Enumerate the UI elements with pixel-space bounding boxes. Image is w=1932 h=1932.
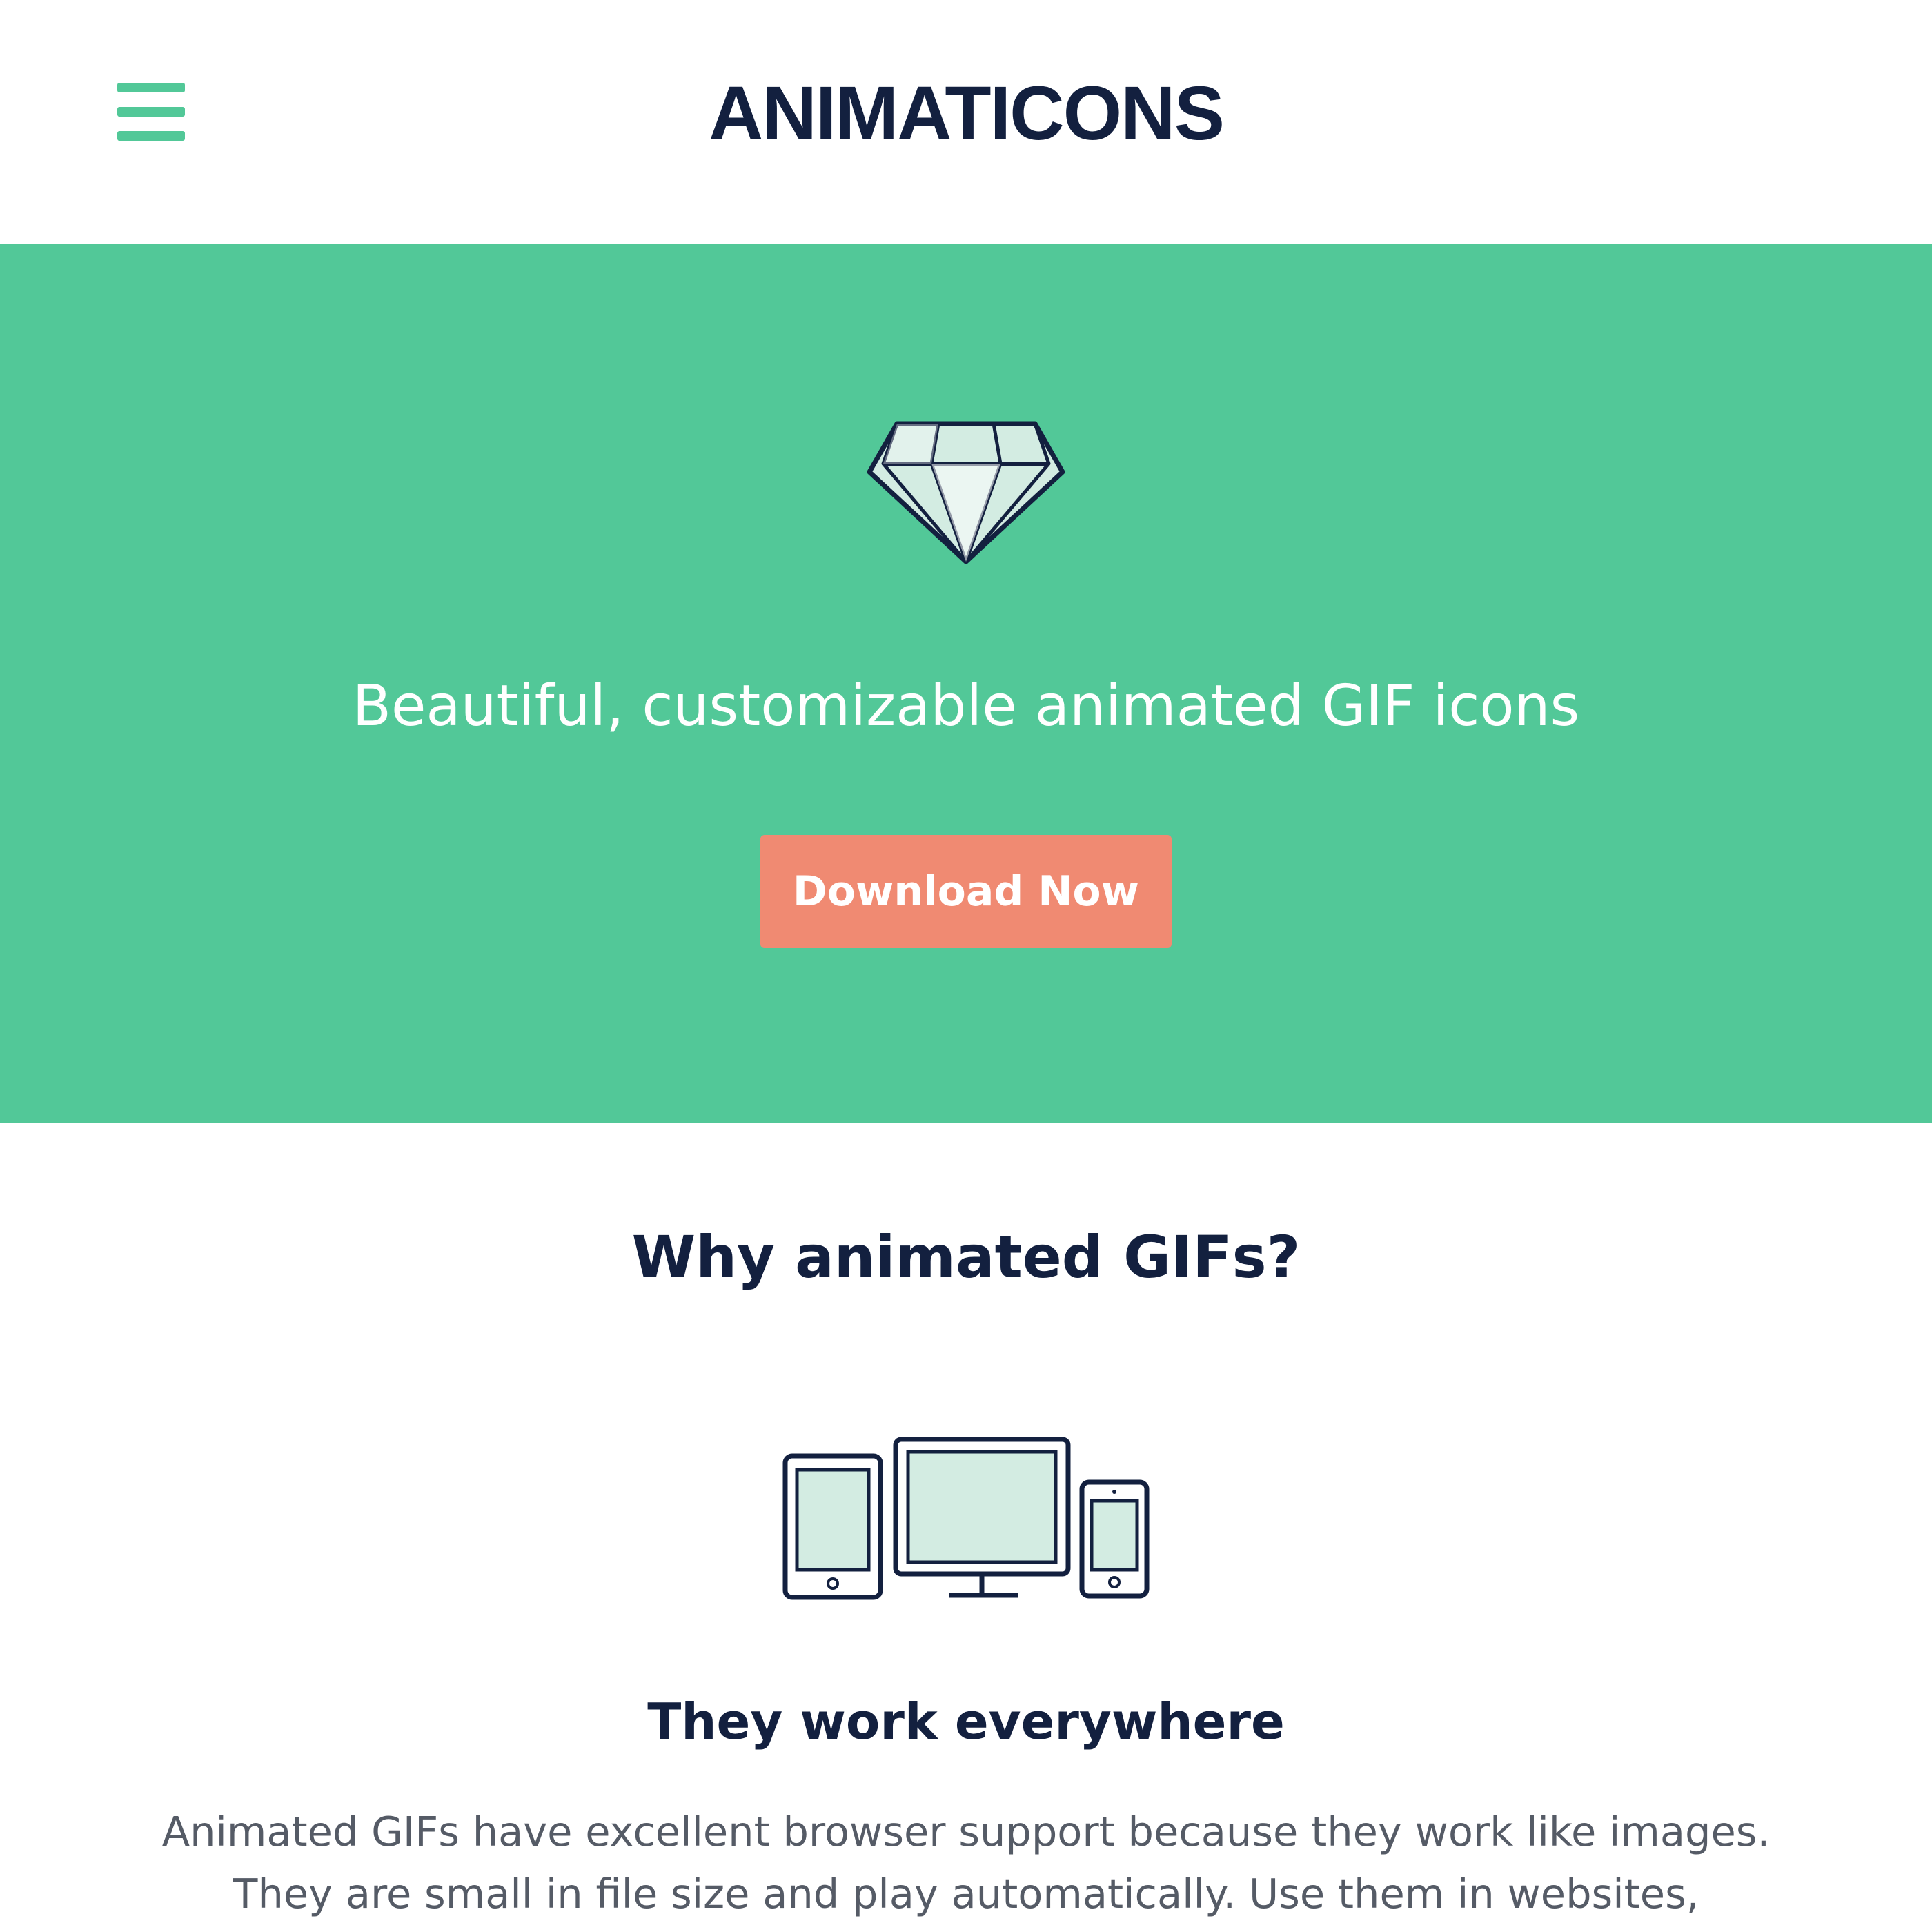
feature-description: Animated GIFs have excellent browser sup… bbox=[161, 1808, 1771, 1918]
feature-title: They work everywhere bbox=[647, 1693, 1285, 1751]
download-now-button[interactable]: Download Now bbox=[760, 835, 1172, 948]
site-logo[interactable]: ANIMATICONS bbox=[0, 66, 1932, 162]
hero-section: Beautiful, customizable animated GIF ico… bbox=[0, 244, 1932, 1123]
why-section-heading: Why animated GIFs? bbox=[631, 1223, 1301, 1291]
hero-tagline: Beautiful, customizable animated GIF ico… bbox=[352, 673, 1580, 739]
devices-icon bbox=[782, 1437, 1150, 1600]
diamond-icon bbox=[867, 421, 1065, 564]
site-header: ANIMATICONS bbox=[0, 0, 1932, 244]
